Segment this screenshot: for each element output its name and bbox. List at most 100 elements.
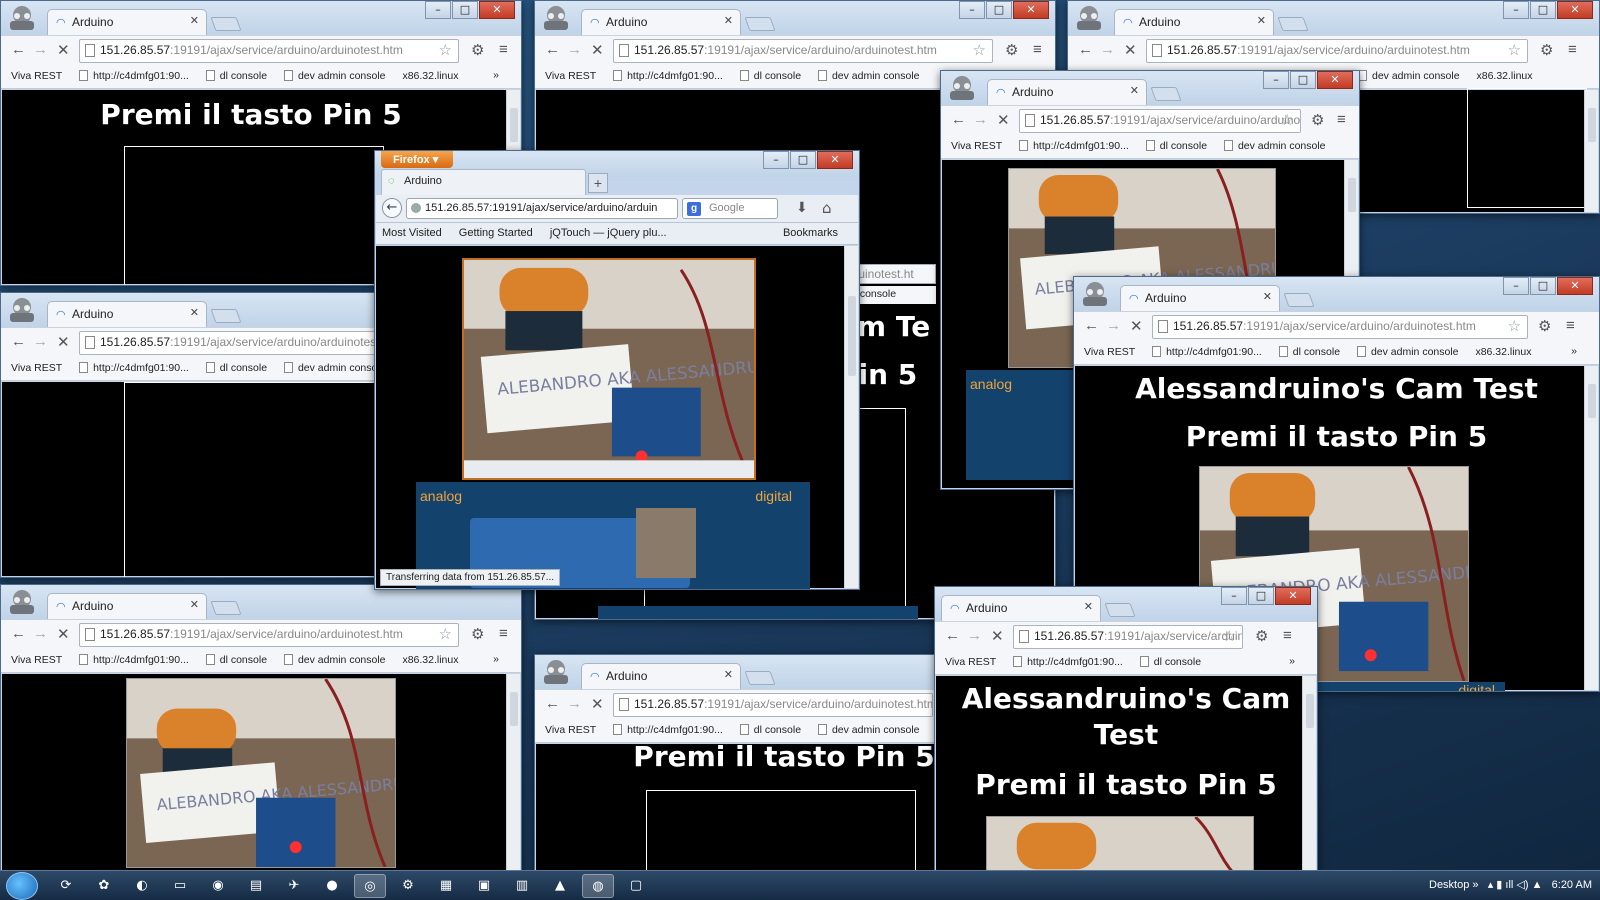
- close-button[interactable]: ✕: [817, 151, 853, 169]
- tab-arduino[interactable]: ◠ Arduino ✕: [581, 9, 741, 35]
- bookmark[interactable]: dev admin console: [283, 70, 386, 82]
- star-icon[interactable]: ☆: [1281, 111, 1294, 129]
- stop-icon[interactable]: ✕: [997, 111, 1010, 129]
- bookmark[interactable]: http://c4dmfg01:90...: [613, 70, 723, 82]
- settings-icon[interactable]: ⚙: [392, 874, 424, 898]
- taskbar-app-icon[interactable]: ▢: [620, 874, 652, 898]
- title-bar[interactable]: ◠ Arduino ✕: [535, 655, 953, 689]
- address-bar[interactable]: 151.26.85.57:19191/ajax/service/arduino/…: [1146, 39, 1528, 63]
- bookmark[interactable]: dl console: [1278, 346, 1340, 358]
- forward-icon[interactable]: →: [33, 625, 48, 642]
- close-button[interactable]: ✕: [1013, 1, 1049, 19]
- title-bar[interactable]: ◠ Arduino ✕ – □ ✕: [1068, 1, 1599, 35]
- minimize-button[interactable]: –: [1221, 587, 1247, 605]
- bookmark[interactable]: dev admin console: [1358, 70, 1460, 82]
- menu-icon[interactable]: ≡: [499, 625, 508, 642]
- chrome-window-bottom-middle[interactable]: ◠ Arduino ✕ ← → ✕ 151.26.85.57:19191/ajax/…: [534, 654, 954, 874]
- bookmark[interactable]: Viva REST: [1084, 346, 1135, 358]
- bookmark[interactable]: dl console: [205, 362, 267, 374]
- bookmark[interactable]: http://c4dmfg01:90...: [613, 724, 723, 736]
- clock[interactable]: 6:20 AM: [1552, 879, 1592, 891]
- address-bar[interactable]: 151.26.85.57:19191/ajax/service/arduino/…: [1152, 315, 1528, 339]
- scrollbar[interactable]: [844, 246, 858, 588]
- tab-arduino[interactable]: ◠ Arduino ✕: [1120, 285, 1280, 311]
- taskbar-app-icon[interactable]: ▥: [506, 874, 538, 898]
- forward-icon[interactable]: →: [33, 333, 48, 350]
- close-tab-icon[interactable]: ✕: [724, 14, 733, 27]
- bookmark[interactable]: dl console: [739, 724, 801, 736]
- star-icon[interactable]: ☆: [439, 625, 452, 643]
- back-icon[interactable]: ←: [1084, 317, 1099, 334]
- forward-icon[interactable]: →: [33, 41, 48, 58]
- minimize-button[interactable]: –: [1503, 277, 1529, 295]
- search-input[interactable]: g Google: [682, 198, 778, 219]
- bookmark[interactable]: dev admin console: [817, 70, 920, 82]
- taskbar-app-icon[interactable]: ◐: [126, 874, 158, 898]
- bookmark[interactable]: dev admin console: [1356, 346, 1459, 358]
- wrench-icon[interactable]: ⚙: [1005, 41, 1018, 59]
- address-bar[interactable]: 151.26.85.57:19191/ajax/service/arduino/…: [406, 198, 678, 219]
- close-tab-icon[interactable]: ✕: [1263, 290, 1272, 303]
- address-bar[interactable]: 151.26.85.57:19191/ajax/service/arduino/…: [79, 623, 459, 647]
- stop-icon[interactable]: ✕: [57, 333, 70, 351]
- bookmark[interactable]: x86.32.linux: [1475, 346, 1531, 358]
- close-tab-icon[interactable]: ✕: [190, 14, 199, 27]
- bookmark[interactable]: x86.32.linux: [402, 654, 458, 666]
- maximize-button[interactable]: □: [1530, 1, 1556, 19]
- title-bar[interactable]: ◠ Arduino ✕ – □ ✕: [1, 1, 521, 35]
- tab-arduino[interactable]: ◠ Arduino ✕: [47, 593, 207, 619]
- back-icon[interactable]: ←: [951, 111, 966, 128]
- more-bookmarks[interactable]: »: [1289, 655, 1295, 667]
- new-tab-button[interactable]: [1283, 293, 1315, 307]
- scrollbar[interactable]: [1302, 676, 1316, 872]
- firefox-menu-button[interactable]: Firefox ▾: [381, 151, 453, 168]
- bookmark[interactable]: Viva REST: [545, 724, 596, 736]
- address-bar[interactable]: 151.26.85.57:19191/ajax/service/arduino/…: [1019, 109, 1301, 133]
- bookmarks-menu[interactable]: Bookmarks: [783, 227, 838, 239]
- desktop-toolbar[interactable]: Desktop: [1429, 879, 1469, 891]
- bookmark[interactable]: dl console: [739, 70, 801, 82]
- taskbar-app-icon[interactable]: ✿: [88, 874, 120, 898]
- taskbar-app-icon[interactable]: ▦: [430, 874, 462, 898]
- tab-arduino[interactable]: ◠ Arduino ✕: [47, 9, 207, 35]
- maximize-button[interactable]: □: [452, 1, 478, 19]
- wrench-icon[interactable]: ⚙: [471, 625, 484, 643]
- bookmark[interactable]: http://c4dmfg01:90...: [1013, 656, 1123, 668]
- download-icon[interactable]: ⬇: [796, 200, 808, 216]
- bookmark[interactable]: jQTouch — jQuery plu...: [550, 227, 667, 239]
- title-bar[interactable]: ◠ Arduino ✕ – □ ✕: [935, 587, 1317, 621]
- forward-icon[interactable]: →: [1106, 317, 1121, 334]
- new-tab-button[interactable]: [210, 309, 242, 323]
- minimize-button[interactable]: –: [959, 1, 985, 19]
- new-tab-button[interactable]: +: [588, 173, 608, 193]
- minimize-button[interactable]: –: [1263, 71, 1289, 89]
- bookmark[interactable]: dl console: [205, 70, 267, 82]
- bookmark[interactable]: http://c4dmfg01:90...: [79, 654, 189, 666]
- address-bar[interactable]: 151.26.85.57:19191/ajax/service/arduino/…: [613, 693, 933, 717]
- stop-icon[interactable]: ✕: [1130, 317, 1143, 335]
- scrollbar[interactable]: [1584, 366, 1598, 690]
- bookmark[interactable]: http://c4dmfg01:90...: [1152, 346, 1262, 358]
- address-bar[interactable]: 151.26.85.57:19191/ajax/service/arduino/…: [1013, 625, 1243, 649]
- back-icon[interactable]: ←: [382, 198, 402, 218]
- bookmark[interactable]: dl console: [1145, 140, 1207, 152]
- close-tab-icon[interactable]: ✕: [724, 668, 733, 681]
- new-tab-button[interactable]: [210, 17, 242, 31]
- chrome-window-bottom-right[interactable]: ◠ Arduino ✕ – □ ✕ ← → ✕ 151.26.85.57:19191/a…: [934, 586, 1318, 874]
- forward-icon[interactable]: →: [967, 627, 982, 644]
- tab-arduino[interactable]: ◠ Arduino ✕: [47, 301, 207, 327]
- scrollbar[interactable]: [506, 674, 520, 872]
- bookmark[interactable]: dev admin console: [283, 362, 386, 374]
- home-icon[interactable]: ⌂: [822, 199, 832, 217]
- maximize-button[interactable]: □: [986, 1, 1012, 19]
- tab-arduino[interactable]: ◌ Arduino: [381, 169, 586, 195]
- menu-icon[interactable]: ≡: [1566, 317, 1575, 334]
- scrollbar[interactable]: [1584, 90, 1598, 212]
- close-tab-icon[interactable]: ✕: [1084, 600, 1093, 613]
- bookmark[interactable]: http://c4dmfg01:90...: [79, 362, 189, 374]
- new-tab-button[interactable]: [1277, 17, 1309, 31]
- bookmark[interactable]: dev admin console: [817, 724, 920, 736]
- wrench-icon[interactable]: ⚙: [1540, 41, 1553, 59]
- minimize-button[interactable]: –: [1503, 1, 1529, 19]
- close-button[interactable]: ✕: [1275, 587, 1311, 605]
